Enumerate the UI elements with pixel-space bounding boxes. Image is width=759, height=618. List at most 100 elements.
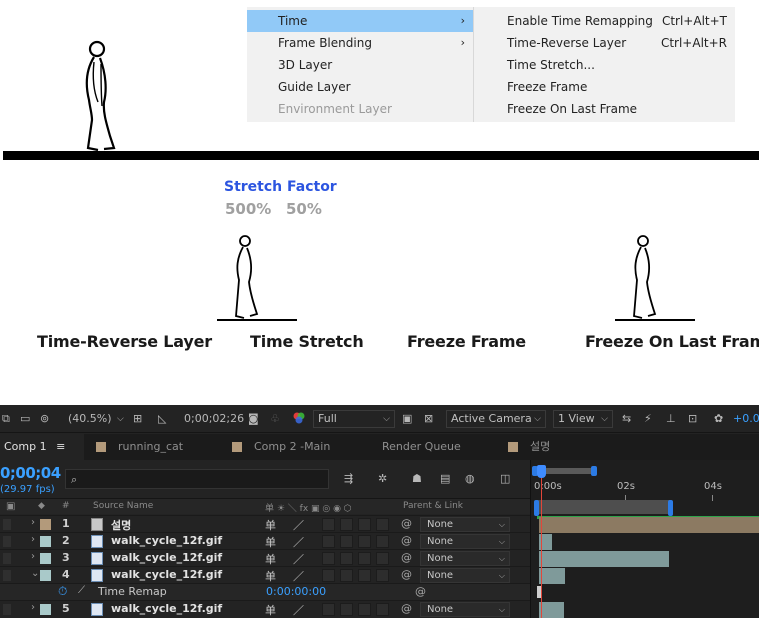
grid-guides-icon[interactable]: ⊞ [133, 411, 142, 427]
layer-row-5[interactable]: › 5 walk_cycle_12f.gif 单 ／ @ None ⌵ [0, 600, 530, 618]
resolution-dropdown[interactable]: Full ⌵ [313, 410, 395, 428]
chevron-right-icon[interactable]: › [31, 551, 35, 562]
exposure-value[interactable]: +0.0 [733, 411, 759, 427]
timeline-area[interactable]: 0:00s 02s 04s [530, 460, 759, 618]
region-of-interest-icon[interactable]: ▣ [402, 411, 412, 427]
3d-switch[interactable] [376, 518, 389, 531]
quality-switch-icon[interactable]: ／ [293, 551, 304, 567]
menu-item-freeze-on-last-frame[interactable]: Freeze On Last Frame [474, 98, 735, 120]
3d-switch[interactable] [376, 603, 389, 616]
pick-whip-icon[interactable]: @ [401, 517, 412, 530]
pick-whip-icon[interactable]: @ [401, 602, 412, 615]
column-source-name[interactable]: Source Name [93, 501, 153, 511]
toggle-pixel-aspect-icon[interactable]: ⇆ [622, 411, 631, 427]
label-color-swatch[interactable] [40, 536, 51, 547]
reset-exposure-icon[interactable]: ✿ [714, 411, 723, 427]
pick-whip-icon[interactable]: @ [401, 551, 412, 564]
shy-switch-icon[interactable]: 单 [265, 551, 276, 567]
timeline-icon[interactable]: ⊥ [666, 411, 676, 427]
shy-switch-icon[interactable]: 单 [265, 534, 276, 550]
draft-3d-icon[interactable]: ✲ [378, 471, 387, 487]
menu-item-frame-blending[interactable]: Frame Blending › [247, 32, 473, 54]
visibility-toggle[interactable] [3, 604, 11, 615]
layer-name[interactable]: walk_cycle_12f.gif [111, 568, 222, 581]
parent-dropdown[interactable]: None ⌵ [420, 517, 510, 532]
layer-row-1[interactable]: › 1 설명 单 ／ @ None ⌵ [0, 515, 530, 532]
mask-visibility-icon[interactable]: ◺ [158, 411, 166, 427]
layer-name[interactable]: walk_cycle_12f.gif [111, 534, 222, 547]
playhead-handle[interactable] [537, 465, 546, 478]
work-area-bar[interactable] [537, 500, 671, 514]
playhead-line[interactable] [541, 465, 542, 618]
zoom-dropdown[interactable]: (40.5%) [68, 411, 112, 427]
parent-dropdown[interactable]: None ⌵ [420, 568, 510, 583]
menu-item-time-reverse-layer[interactable]: Time-Reverse Layer Ctrl+Alt+R [474, 32, 735, 54]
tab-render-queue[interactable]: Render Queue [382, 434, 461, 460]
view-layout-dropdown[interactable]: 1 View ⌵ [553, 410, 613, 428]
quality-switch-icon[interactable]: ／ [293, 517, 304, 533]
fx-switch[interactable] [322, 518, 335, 531]
visibility-toggle[interactable] [3, 519, 11, 530]
color-channels-icon[interactable] [292, 411, 306, 427]
layer-row-2[interactable]: › 2 walk_cycle_12f.gif 单 ／ @ None ⌵ [0, 532, 530, 549]
comp-mini-flowchart-icon[interactable]: ⇶ [344, 471, 353, 487]
label-color-swatch[interactable] [40, 604, 51, 615]
3d-switch[interactable] [376, 569, 389, 582]
quality-switch-icon[interactable]: ／ [293, 534, 304, 550]
menu-item-guide-layer[interactable]: Guide Layer [247, 76, 473, 98]
motion-blur-switch[interactable] [358, 552, 371, 565]
layer-name[interactable]: walk_cycle_12f.gif [111, 551, 222, 564]
monitor-icon[interactable]: ▭ [20, 411, 30, 427]
3d-switch[interactable] [376, 552, 389, 565]
camera-view-dropdown[interactable]: Active Camera ⌵ [446, 410, 546, 428]
graph-icon[interactable]: ⟋ [78, 585, 85, 596]
graph-editor-icon[interactable]: ◫ [500, 471, 510, 487]
chevron-right-icon[interactable]: › [31, 602, 35, 613]
frame-blend-switch[interactable] [340, 535, 353, 548]
visibility-toggle[interactable] [3, 570, 11, 581]
frame-blend-switch[interactable] [340, 518, 353, 531]
layer-bar-4[interactable] [539, 568, 565, 584]
layer-bar-1[interactable] [539, 517, 759, 533]
motion-blur-switch[interactable] [358, 603, 371, 616]
time-remap-property-row[interactable]: ⏱ ⟋ Time Remap 0:00:00:00 @ [0, 583, 530, 600]
work-area-start-handle[interactable] [534, 500, 539, 516]
pick-whip-icon[interactable]: @ [401, 568, 412, 581]
shy-switch-icon[interactable]: 单 [265, 568, 276, 584]
tab-comp-1[interactable]: Comp 1 ≡ [0, 434, 84, 460]
chevron-down-icon[interactable]: ⌄ [31, 568, 39, 579]
flowchart-icon[interactable]: ⊡ [688, 411, 697, 427]
pick-whip-icon[interactable]: @ [415, 585, 426, 598]
frame-blend-switch[interactable] [340, 552, 353, 565]
quality-switch-icon[interactable]: ／ [293, 602, 304, 618]
fx-switch[interactable] [322, 603, 335, 616]
fx-switch[interactable] [322, 569, 335, 582]
viewer-timecode[interactable]: 0;00;02;26 [184, 411, 244, 427]
visibility-toggle[interactable] [3, 553, 11, 564]
shy-layers-icon[interactable]: ☗ [412, 471, 422, 487]
time-ruler[interactable]: 0:00s 02s 04s [531, 478, 759, 501]
tab-comp-2-main[interactable]: Comp 2 -Main [254, 434, 330, 460]
menu-item-enable-time-remapping[interactable]: Enable Time Remapping Ctrl+Alt+T [474, 10, 735, 32]
frame-blend-switch[interactable] [340, 569, 353, 582]
motion-blur-icon[interactable]: ◍ [465, 471, 475, 487]
chevron-right-icon[interactable]: › [31, 517, 35, 528]
motion-blur-switch[interactable] [358, 535, 371, 548]
visibility-toggle[interactable] [3, 536, 11, 547]
always-preview-icon[interactable]: ⧉ [2, 411, 10, 427]
transparency-grid-icon[interactable]: ⊠ [424, 411, 433, 427]
pick-whip-icon[interactable]: @ [401, 534, 412, 547]
layer-bar-5[interactable] [539, 602, 564, 618]
label-color-swatch[interactable] [40, 553, 51, 564]
label-color-swatch[interactable] [40, 570, 51, 581]
layer-name[interactable]: 설명 [111, 517, 131, 533]
vr-goggles-icon[interactable]: ⊚ [40, 411, 49, 427]
chevron-right-icon[interactable]: › [31, 534, 35, 545]
tab-running-cat[interactable]: running_cat [118, 434, 183, 460]
motion-blur-switch[interactable] [358, 518, 371, 531]
time-remap-value[interactable]: 0:00:00:00 [266, 585, 326, 598]
frame-blending-icon[interactable]: ▤ [440, 471, 450, 487]
layer-row-3[interactable]: › 3 walk_cycle_12f.gif 单 ／ @ None ⌵ [0, 549, 530, 566]
current-time-display[interactable]: 0;00;04 [0, 464, 61, 482]
navigator-end-handle[interactable] [591, 466, 597, 476]
